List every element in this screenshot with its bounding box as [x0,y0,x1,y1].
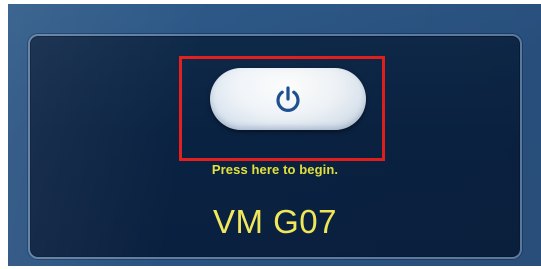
login-panel: Press here to begin. VM G07 [28,34,522,259]
kiosk-screen-photo: Press here to begin. VM G07 [8,4,541,266]
power-button[interactable] [210,68,366,130]
station-name: VM G07 [212,203,338,240]
power-icon [276,86,300,112]
begin-prompt: Press here to begin. [211,162,339,177]
